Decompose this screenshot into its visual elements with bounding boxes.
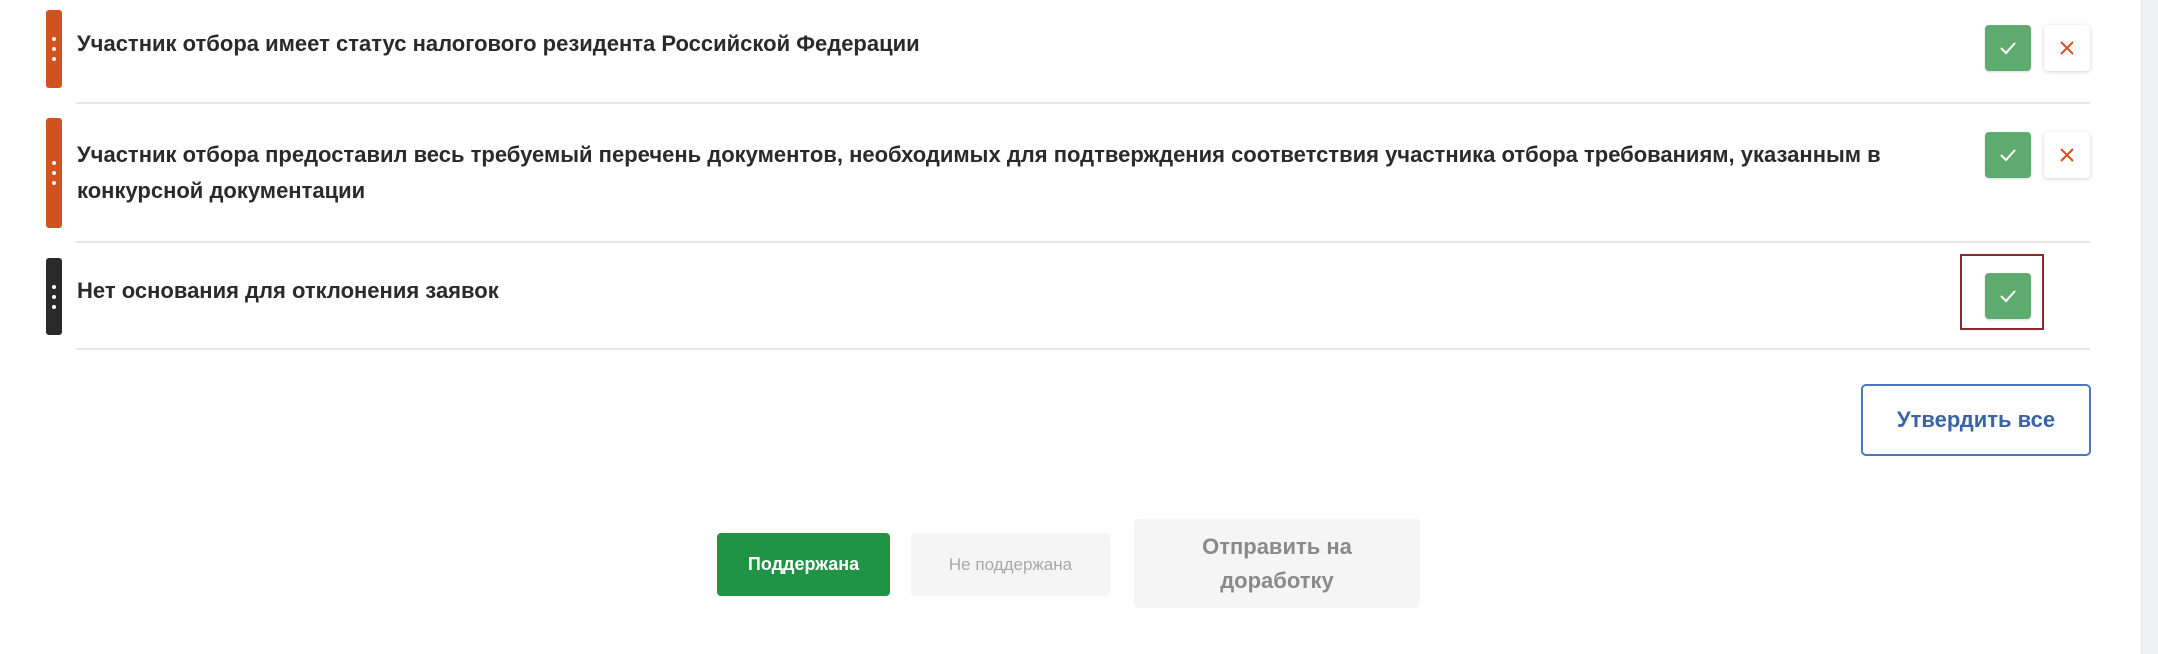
drag-handle-icon[interactable] — [46, 118, 62, 228]
reject-button[interactable] — [2044, 132, 2090, 178]
criterion-text: Нет основания для отклонения заявок — [77, 278, 499, 303]
reject-button[interactable] — [2044, 25, 2090, 71]
checkmark-icon — [2000, 42, 2016, 55]
criterion-text: Участник отбора предоставил весь требуем… — [77, 142, 1881, 203]
right-scroll-rail[interactable] — [2141, 0, 2158, 654]
criterion-row-1: Участник отбора имеет статус налогового … — [0, 0, 2090, 104]
checkmark-icon — [2000, 149, 2016, 162]
criterion-row-3: Нет основания для отклонения заявок — [0, 243, 2090, 351]
criterion-text: Участник отбора имеет статус налогового … — [77, 31, 920, 56]
drag-handle-icon[interactable] — [46, 258, 62, 335]
close-icon — [2060, 148, 2074, 162]
approve-button[interactable] — [1985, 132, 2031, 178]
approve-button[interactable] — [1985, 25, 2031, 71]
drag-handle-icon[interactable] — [46, 10, 62, 88]
close-icon — [2060, 41, 2074, 55]
supported-button[interactable]: Поддержана — [717, 533, 890, 596]
focus-highlight — [1960, 254, 2044, 330]
send-rework-button[interactable]: Отправить на доработку — [1134, 519, 1420, 608]
criterion-row-2: Участник отбора предоставил весь требуем… — [0, 104, 2090, 242]
approve-all-button[interactable]: Утвердить все — [1861, 384, 2091, 456]
not-supported-button[interactable]: Не поддержана — [911, 533, 1110, 596]
row-divider — [76, 348, 2090, 350]
